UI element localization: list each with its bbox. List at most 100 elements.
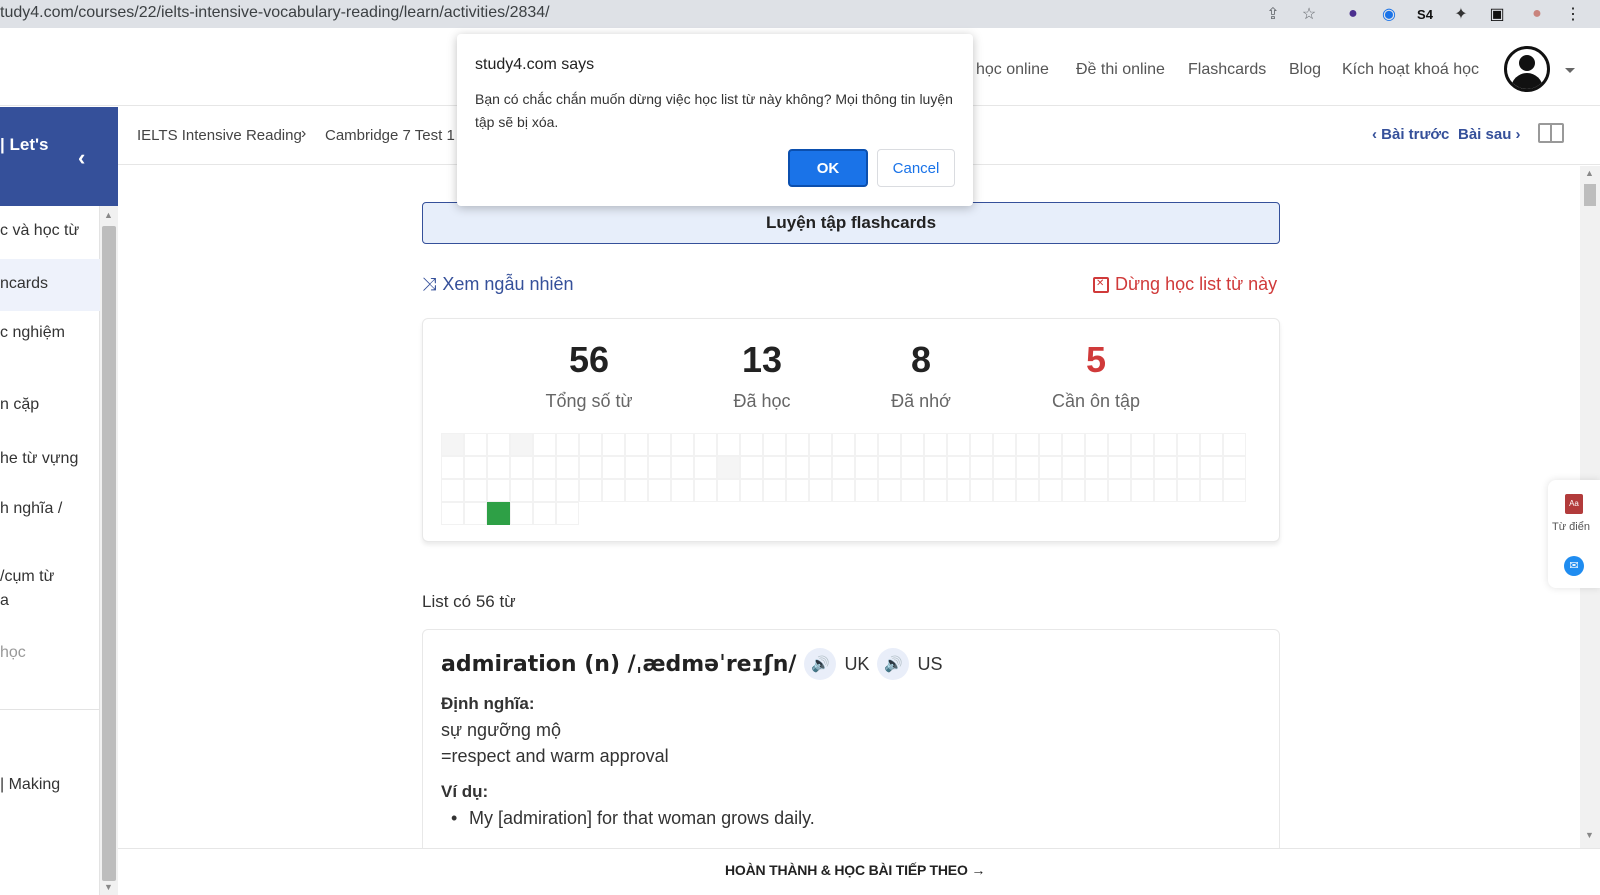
book-icon[interactable]: [1538, 123, 1564, 143]
word-cell: [625, 479, 648, 502]
sidebar-item[interactable]: c nghiệm: [0, 324, 65, 342]
share-icon[interactable]: ⇪: [1262, 3, 1284, 25]
prev-lesson-link[interactable]: ‹ Bài trước: [1372, 126, 1449, 143]
sidebar-item[interactable]: n cặp: [0, 396, 39, 414]
chevron-down-icon[interactable]: [1565, 68, 1575, 73]
nav-blog[interactable]: Blog: [1289, 61, 1321, 79]
s4-icon[interactable]: S4: [1414, 3, 1436, 25]
browser-toolbar: tudy4.com/courses/22/ielts-intensive-voc…: [0, 0, 1600, 28]
address-bar[interactable]: tudy4.com/courses/22/ielts-intensive-voc…: [0, 4, 550, 22]
nav-courses[interactable]: học online: [976, 61, 1049, 79]
sidebar-icon[interactable]: ▣: [1486, 3, 1508, 25]
scrollbar-thumb[interactable]: [102, 226, 116, 881]
breadcrumb-course[interactable]: IELTS Intensive Reading: [137, 127, 302, 144]
word-cell: [786, 456, 809, 479]
calendar-x-icon: [1093, 276, 1109, 293]
shazam-icon[interactable]: ◉: [1378, 3, 1400, 25]
dictionary-icon[interactable]: Aa: [1565, 494, 1583, 514]
scroll-down-icon[interactable]: ▼: [1585, 830, 1594, 840]
word-cell: [671, 433, 694, 456]
nav-flashcards[interactable]: Flashcards: [1188, 61, 1266, 79]
word-cell: [970, 479, 993, 502]
sidebar-item[interactable]: c và học từ: [0, 222, 79, 240]
word-cell: [947, 433, 970, 456]
word-cell: [901, 433, 924, 456]
accent-us: US: [917, 653, 943, 674]
scroll-up-icon[interactable]: ▲: [1585, 168, 1594, 178]
stat-label: Tổng số từ: [545, 391, 633, 411]
stat-learned: 13 Đã học: [682, 339, 842, 412]
next-lesson-link[interactable]: Bài sau ›: [1458, 126, 1521, 143]
word-cell: [924, 433, 947, 456]
sidebar-item[interactable]: | Making: [0, 776, 60, 794]
word-cell: [1200, 456, 1223, 479]
cancel-button[interactable]: Cancel: [877, 149, 955, 187]
ok-button[interactable]: OK: [788, 149, 868, 187]
example-label: Ví dụ:: [441, 782, 489, 801]
word-cell: [763, 479, 786, 502]
practice-flashcards-button[interactable]: Luyện tập flashcards: [422, 202, 1280, 244]
word-cell: [556, 479, 579, 502]
word-cell: [1108, 456, 1131, 479]
sidebar-item[interactable]: he từ vựng: [0, 450, 78, 468]
word-cell: [1177, 479, 1200, 502]
speaker-icon[interactable]: 🔊: [877, 648, 910, 680]
chevron-left-icon[interactable]: ‹: [78, 145, 85, 171]
download-icon[interactable]: ●: [1342, 3, 1364, 25]
avatar[interactable]: [1504, 46, 1550, 92]
dictionary-label[interactable]: Từ điển: [1552, 521, 1590, 533]
nav-activate[interactable]: Kích hoạt khoá học: [1342, 61, 1479, 79]
word-cell: [1177, 433, 1200, 456]
word-cell: [763, 456, 786, 479]
speaker-icon[interactable]: 🔊: [804, 648, 837, 680]
word-cell: [556, 456, 579, 479]
word-cell: [1108, 479, 1131, 502]
shuffle-link[interactable]: ⤨ Xem ngẫu nhiên: [422, 274, 574, 295]
word-cell: [855, 433, 878, 456]
word-cell: [1062, 456, 1085, 479]
word-cell: [533, 479, 556, 502]
sidebar-item[interactable]: /cụm từ: [0, 568, 54, 586]
sidebar-item[interactable]: học: [0, 644, 26, 662]
definition-vi: sự ngưỡng mộ: [441, 720, 561, 740]
word-cell: [832, 456, 855, 479]
word-cell: [533, 456, 556, 479]
word-cell: [1085, 433, 1108, 456]
sidebar-scrollbar[interactable]: ▲ ▼: [100, 206, 118, 895]
word-cell: [533, 502, 556, 525]
word-cell: [993, 433, 1016, 456]
menu-icon[interactable]: ⋮: [1562, 3, 1584, 25]
scroll-up-icon[interactable]: ▲: [104, 210, 113, 220]
sidebar-item[interactable]: ncards: [0, 275, 48, 293]
main-content: Luyện tập flashcards ⤨ Xem ngẫu nhiên Dừ…: [118, 166, 1580, 848]
word-cell: [1016, 456, 1039, 479]
nav-exams[interactable]: Đề thi online: [1076, 61, 1165, 79]
complete-next-button[interactable]: HOÀN THÀNH & HỌC BÀI TIẾP THEO →: [725, 862, 985, 878]
sidebar-item[interactable]: h nghĩa /: [0, 500, 62, 518]
word-cell: [1085, 479, 1108, 502]
word-cell: [1223, 479, 1246, 502]
floating-tools: Aa Từ điển ✉: [1548, 480, 1600, 588]
word-cell: [556, 502, 579, 525]
word-cell: [809, 456, 832, 479]
word-cell: [510, 479, 533, 502]
sidebar-item[interactable]: a: [0, 592, 9, 610]
stop-list-link[interactable]: Dừng học list từ này: [1093, 274, 1277, 295]
messenger-icon[interactable]: ✉: [1564, 556, 1584, 576]
profile-icon[interactable]: ●: [1526, 3, 1548, 25]
scroll-down-icon[interactable]: ▼: [104, 882, 113, 892]
word-cell: [832, 433, 855, 456]
word-cell: [855, 456, 878, 479]
word-cell: [763, 433, 786, 456]
word-cell: [1039, 456, 1062, 479]
breadcrumb-lesson[interactable]: Cambridge 7 Test 1: [325, 127, 455, 144]
word-cell: [855, 479, 878, 502]
bottom-bar: HOÀN THÀNH & HỌC BÀI TIẾP THEO →: [118, 848, 1600, 895]
word-cell: [947, 456, 970, 479]
scrollbar-thumb[interactable]: [1584, 184, 1596, 206]
sidebar: c và học từ ncards c nghiệm n cặp he từ …: [0, 206, 100, 895]
word-cell: [1108, 433, 1131, 456]
star-icon[interactable]: ☆: [1298, 3, 1320, 25]
puzzle-icon[interactable]: ✦: [1450, 3, 1472, 25]
word-cell: [625, 433, 648, 456]
